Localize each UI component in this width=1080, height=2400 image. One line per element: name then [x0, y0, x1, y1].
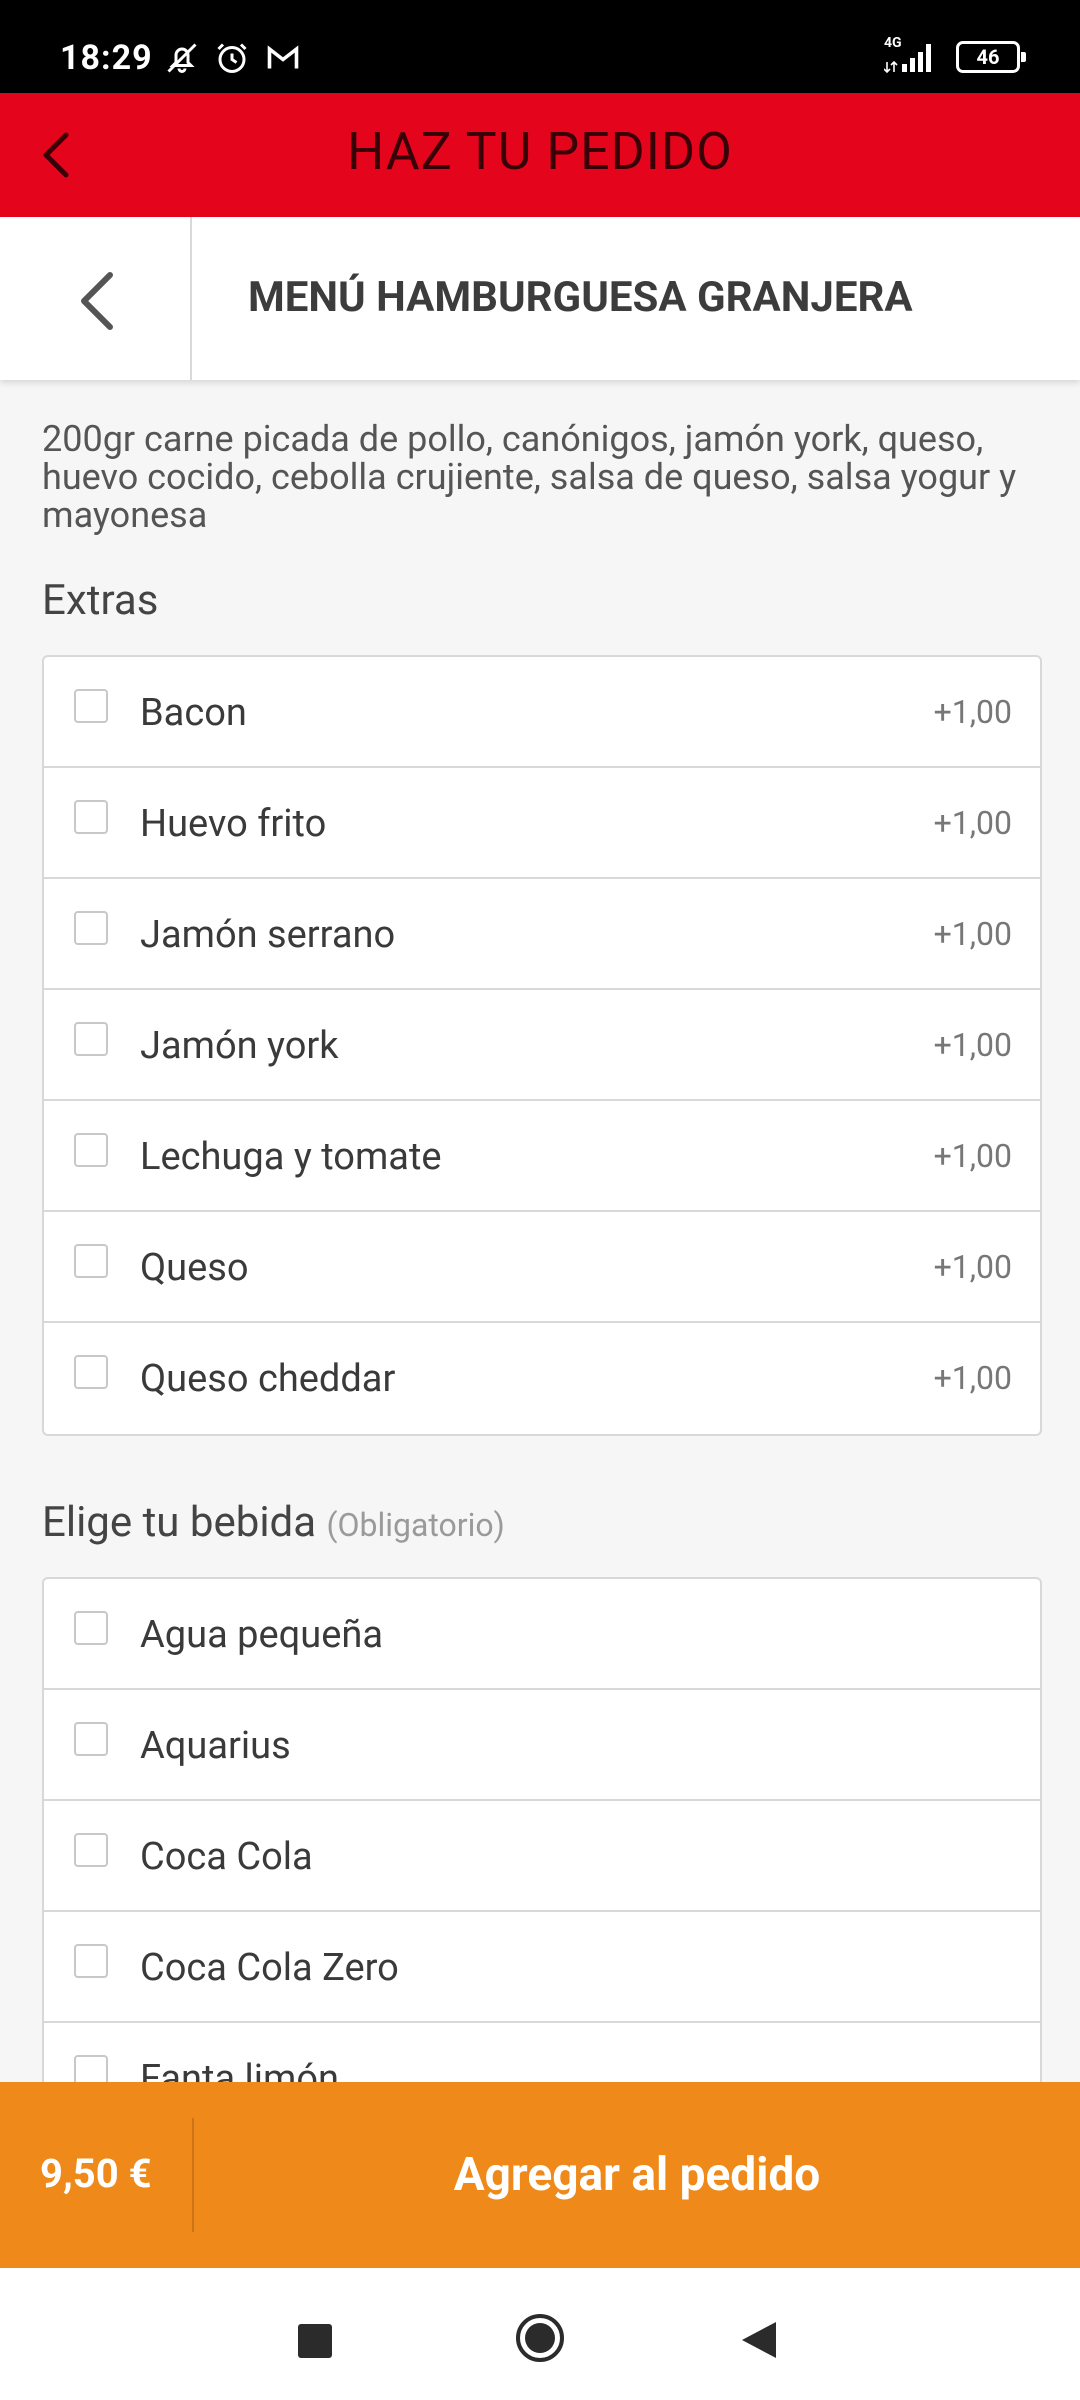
checkbox[interactable] [74, 1611, 108, 1645]
extra-option-huevo-frito[interactable]: Huevo frito +1,00 [44, 768, 1040, 879]
drinks-title-text: Elige tu bebida [42, 1498, 317, 1547]
add-to-order-button[interactable]: Agregar al pedido [194, 2082, 1080, 2268]
option-label: Queso [140, 1246, 249, 1290]
option-price: +1,00 [933, 1026, 1012, 1064]
checkbox[interactable] [74, 1022, 108, 1056]
bell-off-icon [167, 43, 197, 73]
battery-icon: 46 [956, 41, 1026, 73]
drink-option-coca-cola[interactable]: Coca Cola [44, 1801, 1040, 1912]
product-header: MENÚ HAMBURGUESA GRANJERA [0, 217, 1080, 380]
drink-option-fanta-limon[interactable]: Fanta limón [44, 2023, 1040, 2082]
battery-level: 46 [976, 45, 1000, 69]
option-label: Huevo frito [140, 802, 327, 846]
checkbox[interactable] [74, 689, 108, 723]
option-label: Fanta limón [140, 2057, 340, 2082]
option-label: Agua pequeña [140, 1613, 384, 1657]
option-label: Lechuga y tomate [140, 1135, 442, 1179]
chevron-left-icon [81, 272, 113, 330]
signal-icon: 4G [884, 36, 940, 74]
checkbox[interactable] [74, 1355, 108, 1389]
option-price: +1,00 [933, 1137, 1012, 1175]
option-price: +1,00 [933, 915, 1012, 953]
extra-option-queso[interactable]: Queso +1,00 [44, 1212, 1040, 1323]
product-title: MENÚ HAMBURGUESA GRANJERA [248, 273, 913, 322]
status-time: 18:29 [60, 38, 153, 78]
required-note: (Obligatorio) [326, 1506, 505, 1544]
checkbox[interactable] [74, 2055, 108, 2082]
checkbox[interactable] [74, 1833, 108, 1867]
drinks-title: Elige tu bebida (Obligatorio) [42, 1498, 505, 1547]
option-price: +1,00 [933, 1248, 1012, 1286]
checkbox[interactable] [74, 1722, 108, 1756]
total-price: 9,50 € [40, 2150, 152, 2197]
option-price: +1,00 [933, 804, 1012, 842]
nav-back-button[interactable] [740, 2320, 778, 2360]
option-price: +1,00 [933, 1359, 1012, 1397]
system-icons: 4G 46 [884, 36, 1026, 74]
drink-option-coca-cola-zero[interactable]: Coca Cola Zero [44, 1912, 1040, 2023]
gmail-icon [267, 45, 299, 69]
option-label: Coca Cola Zero [140, 1946, 399, 1990]
app-bar: HAZ TU PEDIDO [0, 93, 1080, 217]
recents-button[interactable] [298, 2324, 332, 2358]
product-description: 200gr carne picada de pollo, canónigos, … [42, 418, 1017, 536]
extras-title: Extras [42, 576, 159, 625]
extra-option-jamon-york[interactable]: Jamón york +1,00 [44, 990, 1040, 1101]
option-label: Jamón york [140, 1024, 339, 1068]
checkbox[interactable] [74, 1944, 108, 1978]
option-label: Queso cheddar [140, 1357, 396, 1401]
option-label: Aquarius [140, 1724, 291, 1768]
option-label: Bacon [140, 691, 247, 735]
extra-option-queso-cheddar[interactable]: Queso cheddar +1,00 [44, 1323, 1040, 1434]
app-title: HAZ TU PEDIDO [347, 121, 733, 182]
checkbox[interactable] [74, 1133, 108, 1167]
option-label: Coca Cola [140, 1835, 313, 1879]
system-nav-bar [0, 2268, 1080, 2400]
drink-option-aquarius[interactable]: Aquarius [44, 1690, 1040, 1801]
status-bar: 18:29 4G 46 [0, 0, 1080, 93]
extras-list: Bacon +1,00 Huevo frito +1,00 Jamón serr… [42, 655, 1042, 1436]
product-back-button[interactable] [0, 217, 192, 380]
drinks-list: Agua pequeña Aquarius Coca Cola Coca Col… [42, 1577, 1042, 2082]
options-content[interactable]: 200gr carne picada de pollo, canónigos, … [0, 380, 1080, 2082]
home-button[interactable] [514, 2312, 566, 2364]
extra-option-jamon-serrano[interactable]: Jamón serrano +1,00 [44, 879, 1040, 990]
alarm-icon [217, 43, 247, 73]
drink-option-agua-pequena[interactable]: Agua pequeña [44, 1579, 1040, 1690]
option-label: Jamón serrano [140, 913, 396, 957]
checkbox[interactable] [74, 800, 108, 834]
extra-option-lechuga-tomate[interactable]: Lechuga y tomate +1,00 [44, 1101, 1040, 1212]
extra-option-bacon[interactable]: Bacon +1,00 [44, 657, 1040, 768]
notification-icons [164, 40, 302, 76]
order-footer: 9,50 € Agregar al pedido [0, 2082, 1080, 2268]
checkbox[interactable] [74, 911, 108, 945]
option-price: +1,00 [933, 693, 1012, 731]
checkbox[interactable] [74, 1244, 108, 1278]
